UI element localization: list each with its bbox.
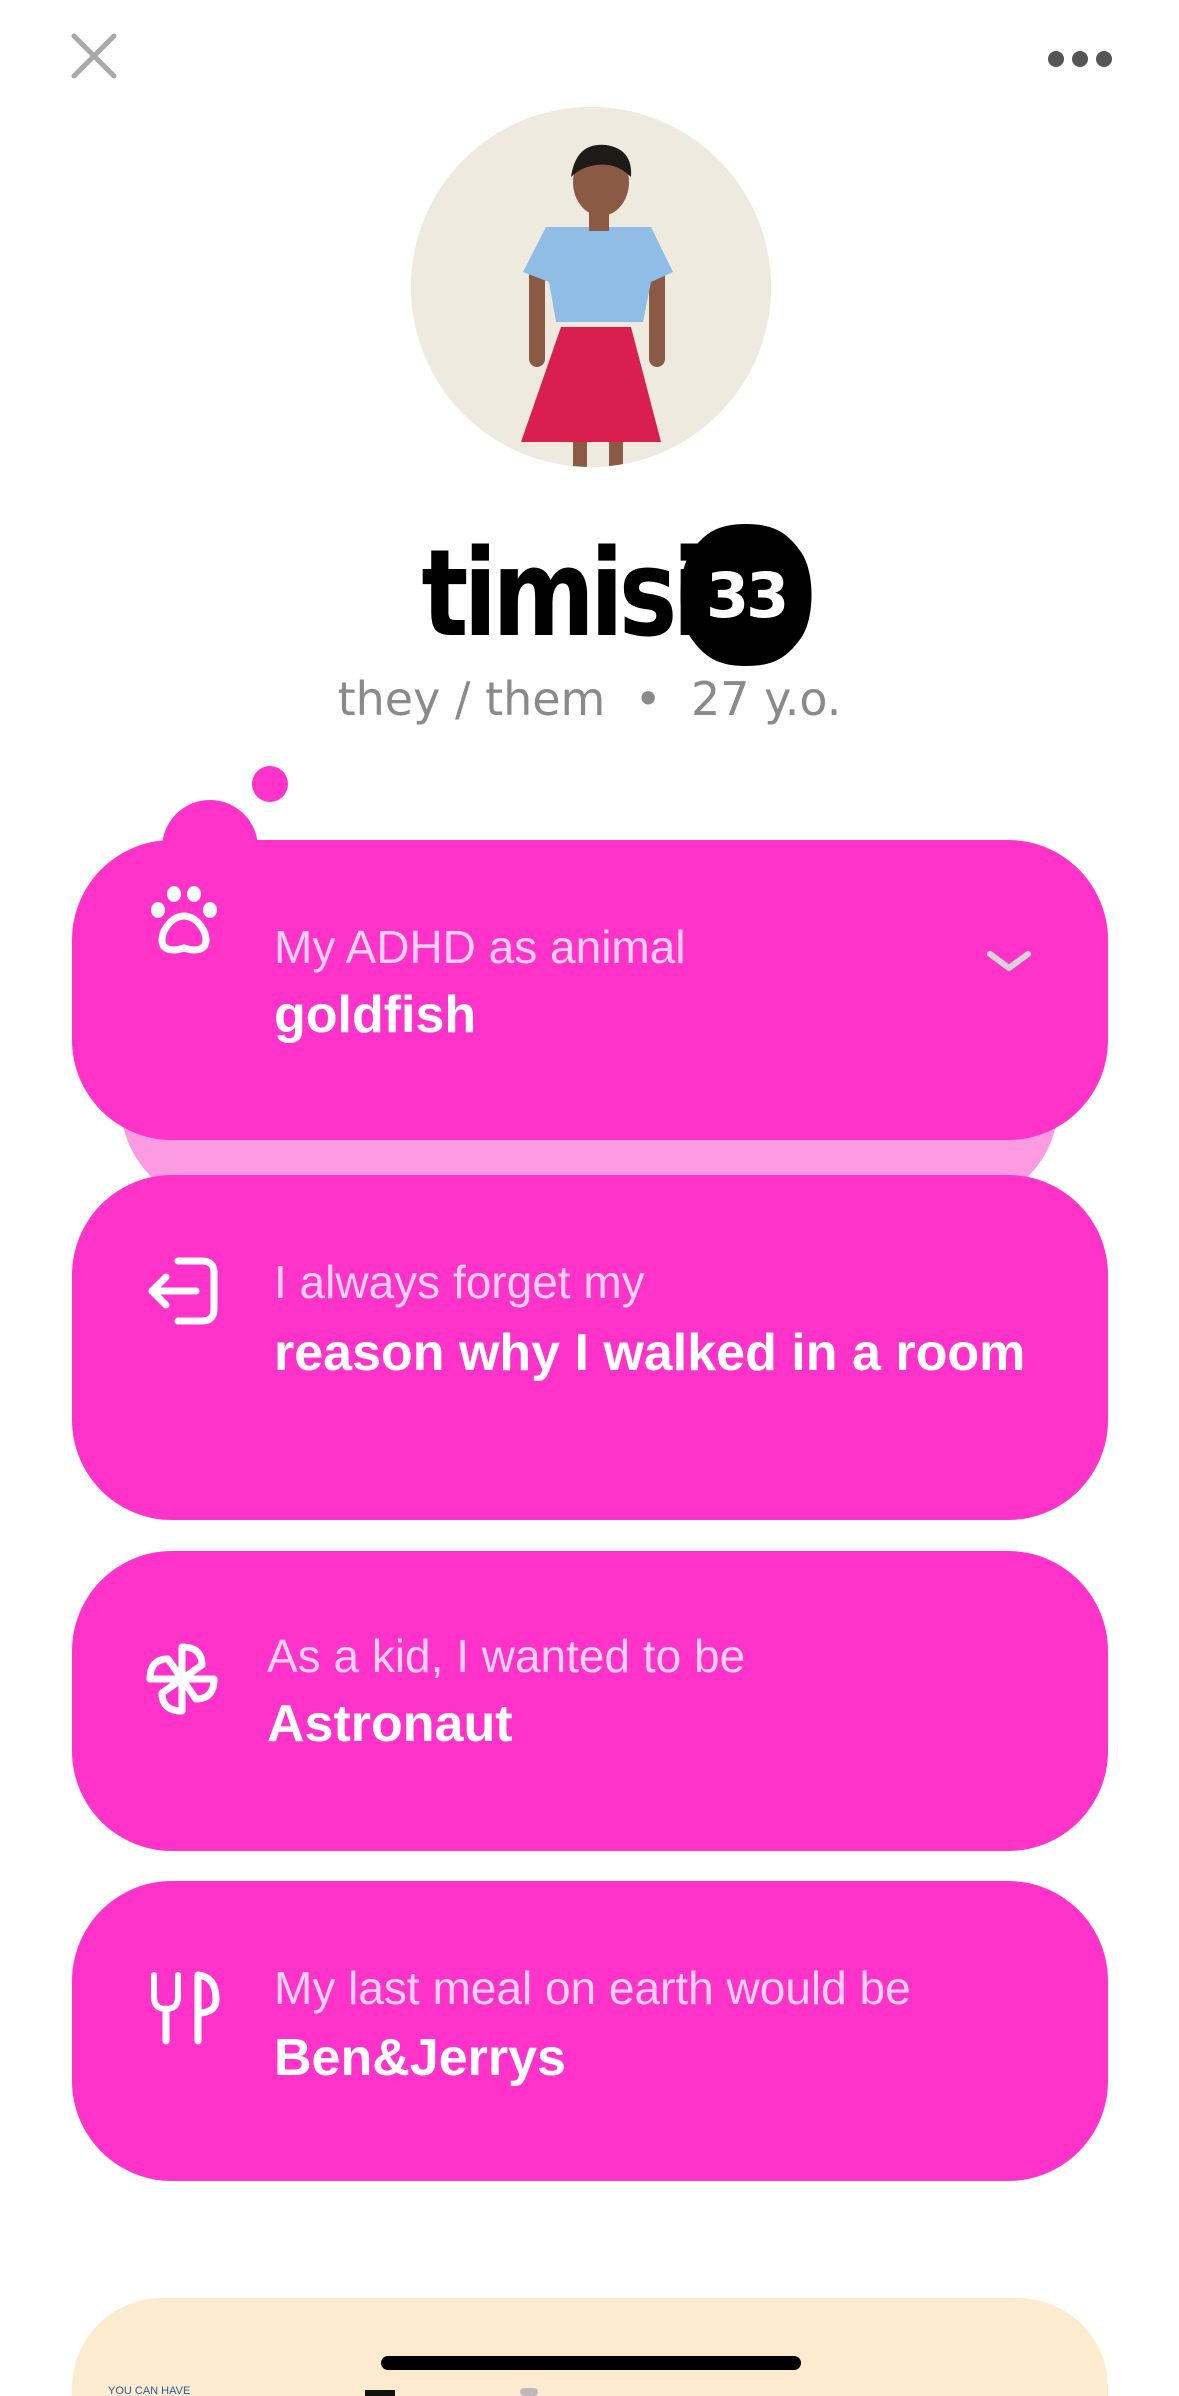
chevron-down-icon[interactable] [984,946,1034,976]
profile-header: timisi 33 [0,515,1179,675]
card-value: goldfish [274,986,477,1044]
close-icon [71,33,117,79]
card-label: As a kid, I wanted to be [267,1630,746,1682]
card-value: reason why I walked in a room [274,1324,1026,1382]
card-value: Astronaut [267,1695,513,1753]
card-label: I always forget my [274,1256,645,1308]
decorative-bubble-small [252,766,288,802]
next-card-preview[interactable] [72,2298,1108,2396]
next-card-icon-fragment [520,2388,538,2396]
card-label: My ADHD as animal [274,921,686,973]
close-button[interactable] [64,26,124,86]
pronouns-age: they / them • 27 y.o. [337,672,842,726]
card-value: Ben&Jerrys [274,2029,566,2087]
prompt-card-adhd-animal[interactable]: My ADHD as animal goldfish [72,840,1108,1140]
paw-icon [151,886,217,954]
profile-photo [411,107,771,467]
card-label: My last meal on earth would be [274,1962,911,2014]
prompt-card-last-meal[interactable]: My last meal on earth would be Ben&Jerry… [72,1881,1108,2181]
next-card-badge-text: YOU CAN HAVE [108,2385,191,2396]
next-card-title-fragment [365,2390,395,2396]
more-options-button[interactable] [1040,36,1120,82]
prompt-card-always-forget[interactable]: I always forget my reason why I walked i… [72,1175,1108,1520]
profile-name: timisi [421,525,706,664]
score-value: 33 [705,558,789,632]
prompt-card-kid-dream[interactable]: As a kid, I wanted to be Astronaut [72,1551,1108,1851]
exit-icon [148,1257,218,1325]
fork-knife-icon [151,1971,220,2045]
home-indicator[interactable] [381,2356,801,2370]
pinwheel-icon [146,1643,218,1715]
more-horizontal-icon [1048,51,1112,67]
avatar[interactable] [411,107,771,467]
score-badge: 33 [673,520,819,670]
